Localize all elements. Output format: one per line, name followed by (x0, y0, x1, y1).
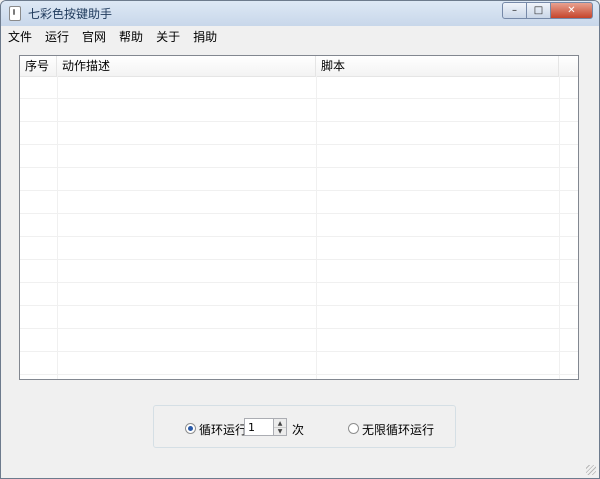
title-bar[interactable]: 七彩色按键助手 – □ ✕ (1, 1, 599, 26)
resize-grip-icon[interactable] (586, 465, 596, 475)
loop-count-spinner: ▲ ▼ (273, 418, 287, 436)
maximize-button[interactable]: □ (526, 2, 551, 19)
infinite-loop-radio-label[interactable]: 无限循环运行 (362, 421, 434, 438)
table-row[interactable] (20, 191, 578, 214)
column-divider (316, 76, 317, 379)
table-row[interactable] (20, 237, 578, 260)
times-label: 次 (292, 423, 305, 437)
caption-buttons: – □ ✕ (502, 2, 593, 19)
table-row[interactable] (20, 329, 578, 352)
table-row[interactable] (20, 168, 578, 191)
window-title: 七彩色按键助手 (28, 7, 113, 21)
action-table[interactable]: 序号 动作描述 脚本 (19, 55, 579, 380)
table-row[interactable] (20, 283, 578, 306)
column-header-description[interactable]: 动作描述 (57, 56, 316, 76)
app-icon (9, 6, 21, 21)
column-header-filler (559, 56, 578, 76)
table-row[interactable] (20, 145, 578, 168)
minimize-button[interactable]: – (502, 2, 527, 19)
menu-donate[interactable]: 捐助 (186, 26, 223, 45)
client-area: 序号 动作描述 脚本 循环运行 ▲ ▼ 次 无限循环运行 (1, 45, 599, 478)
menu-run[interactable]: 运行 (38, 26, 75, 45)
table-header: 序号 动作描述 脚本 (20, 56, 578, 77)
menu-help[interactable]: 帮助 (112, 26, 149, 45)
down-arrow-icon[interactable]: ▼ (274, 427, 286, 435)
table-row[interactable] (20, 214, 578, 237)
close-button[interactable]: ✕ (550, 2, 593, 19)
menu-bar: 文件 运行 官网 帮助 关于 捐助 (1, 26, 599, 45)
column-header-script[interactable]: 脚本 (316, 56, 559, 76)
menu-website[interactable]: 官网 (75, 26, 112, 45)
loop-radio-label[interactable]: 循环运行 (199, 421, 247, 438)
table-row[interactable] (20, 99, 578, 122)
table-row[interactable] (20, 352, 578, 375)
table-row[interactable] (20, 76, 578, 99)
table-row[interactable] (20, 260, 578, 283)
column-divider (559, 76, 560, 379)
main-window: 七彩色按键助手 – □ ✕ 文件 运行 官网 帮助 关于 捐助 序号 动作描述 … (0, 0, 600, 479)
loop-radio[interactable] (185, 423, 196, 434)
column-header-index[interactable]: 序号 (20, 56, 57, 76)
column-divider (57, 76, 58, 379)
menu-file[interactable]: 文件 (1, 26, 38, 45)
infinite-loop-radio[interactable] (348, 423, 359, 434)
loop-count-input[interactable] (244, 418, 274, 436)
menu-about[interactable]: 关于 (149, 26, 186, 45)
table-row[interactable] (20, 306, 578, 329)
table-row[interactable] (20, 122, 578, 145)
